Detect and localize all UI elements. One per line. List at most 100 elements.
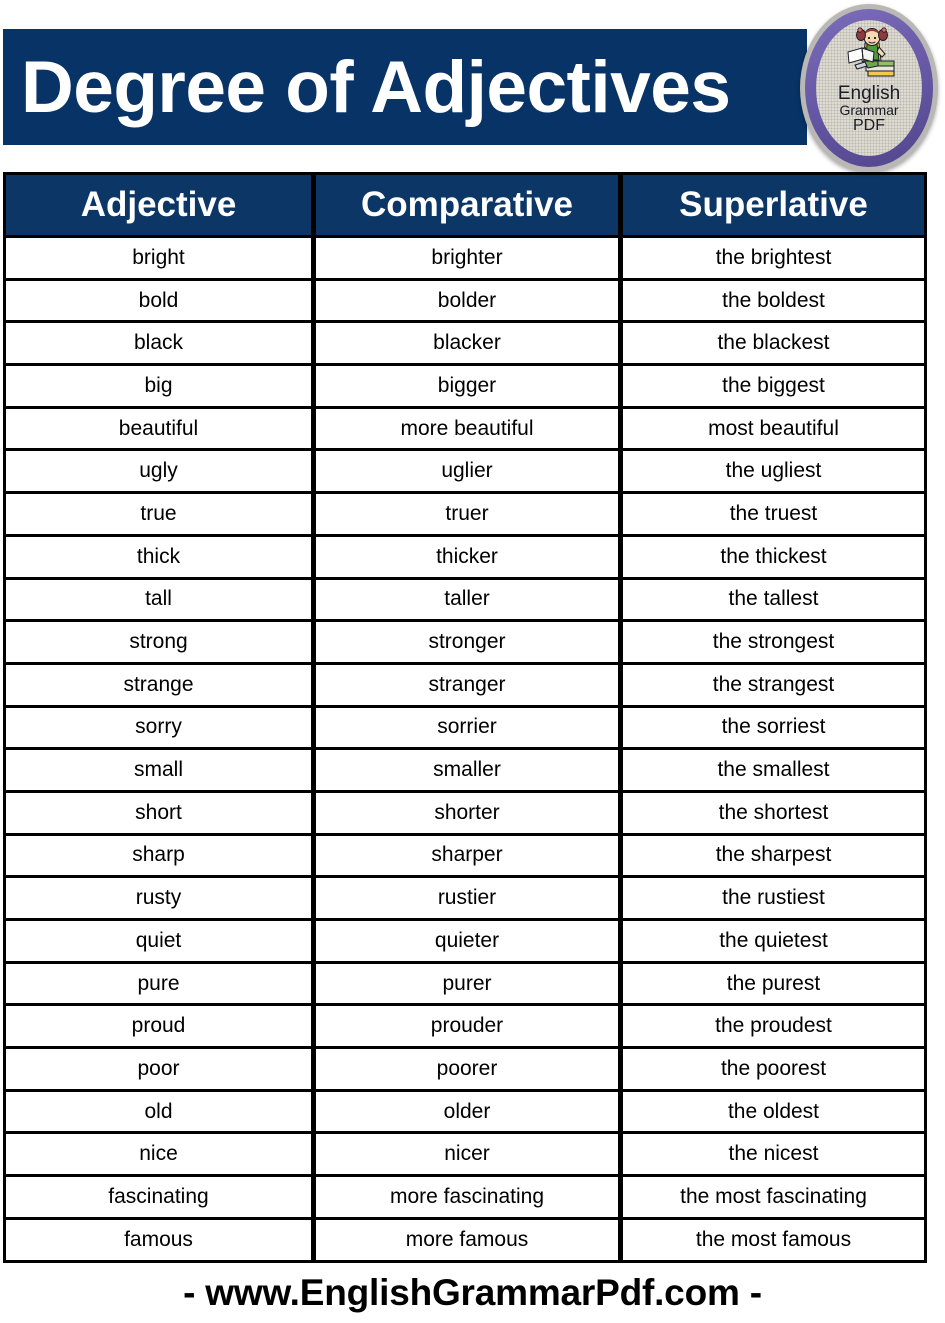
cell-comparative: poorer bbox=[313, 1049, 620, 1092]
cell-superlative: most beautiful bbox=[620, 408, 927, 452]
cell-adjective: quiet bbox=[3, 921, 313, 964]
cell-superlative: the poorest bbox=[620, 1049, 927, 1092]
table-row: thick thicker the thickest bbox=[3, 536, 927, 580]
footer: - www.EnglishGrammarPdf.com - bbox=[0, 1272, 945, 1314]
cell-superlative: the strangest bbox=[620, 664, 927, 708]
table-row: pure purer the purest bbox=[3, 963, 927, 1007]
cell-comparative: taller bbox=[313, 579, 620, 623]
table-row: small smaller the smallest bbox=[3, 750, 927, 793]
cell-comparative: more beautiful bbox=[313, 408, 620, 452]
cell-adjective: nice bbox=[3, 1134, 313, 1178]
cell-adjective: true bbox=[3, 494, 313, 537]
cell-comparative: more fascinating bbox=[313, 1177, 620, 1220]
badge-line-english: English bbox=[837, 83, 901, 104]
cell-adjective: beautiful bbox=[3, 408, 313, 452]
cell-adjective: ugly bbox=[3, 451, 313, 495]
table-row: fascinating more fascinating the most fasc… bbox=[3, 1177, 927, 1220]
table-row: rusty rustier the rustiest bbox=[3, 878, 927, 921]
badge-line-pdf: PDF bbox=[853, 116, 885, 134]
table-header-row: Adjective Comparative Superlative bbox=[3, 172, 927, 238]
cell-superlative: the brightest bbox=[620, 238, 927, 281]
title-banner: Degree of Adjectives bbox=[3, 29, 807, 145]
badge-line-grammar: Grammar bbox=[839, 102, 899, 119]
column-header-superlative: Superlative bbox=[620, 172, 927, 238]
cell-superlative: the biggest bbox=[620, 366, 927, 409]
table-row: strong stronger the strongest bbox=[3, 622, 927, 665]
table-row: short shorter the shortest bbox=[3, 792, 927, 836]
footer-website-text: - www.EnglishGrammarPdf.com - bbox=[183, 1272, 762, 1313]
cell-comparative: shorter bbox=[313, 792, 620, 836]
cell-superlative: the purest bbox=[620, 963, 927, 1007]
table-row: old older the oldest bbox=[3, 1091, 927, 1135]
cell-superlative: the smallest bbox=[620, 750, 927, 793]
table-body: bright brighter the brightest bold bolder the… bbox=[3, 238, 927, 1263]
cell-comparative: quieter bbox=[313, 921, 620, 964]
cell-comparative: prouder bbox=[313, 1006, 620, 1050]
table-row: big bigger the biggest bbox=[3, 366, 927, 409]
cell-comparative: bigger bbox=[313, 366, 620, 409]
cell-superlative: the quietest bbox=[620, 921, 927, 964]
cell-adjective: bright bbox=[3, 238, 313, 281]
cell-comparative: rustier bbox=[313, 878, 620, 921]
cell-superlative: the truest bbox=[620, 494, 927, 537]
table-row: proud prouder the proudest bbox=[3, 1006, 927, 1050]
cell-adjective: strong bbox=[3, 622, 313, 665]
column-header-adjective: Adjective bbox=[3, 172, 313, 238]
cell-comparative: brighter bbox=[313, 238, 620, 281]
cell-adjective: rusty bbox=[3, 878, 313, 921]
cell-superlative: the oldest bbox=[620, 1091, 927, 1135]
cell-comparative: smaller bbox=[313, 750, 620, 793]
cell-superlative: the sorriest bbox=[620, 707, 927, 751]
cell-adjective: pure bbox=[3, 963, 313, 1007]
table-row: nice nicer the nicest bbox=[3, 1134, 927, 1178]
cell-superlative: the shortest bbox=[620, 792, 927, 836]
cell-adjective: tall bbox=[3, 579, 313, 623]
cell-superlative: the sharpest bbox=[620, 835, 927, 879]
cell-comparative: blacker bbox=[313, 323, 620, 367]
cell-comparative: older bbox=[313, 1091, 620, 1135]
table-row: quiet quieter the quietest bbox=[3, 921, 927, 964]
cell-comparative: sorrier bbox=[313, 707, 620, 751]
cell-adjective: thick bbox=[3, 536, 313, 580]
table-row: black blacker the blackest bbox=[3, 323, 927, 367]
column-header-comparative: Comparative bbox=[313, 172, 620, 238]
cell-comparative: uglier bbox=[313, 451, 620, 495]
cell-adjective: strange bbox=[3, 664, 313, 708]
table-row: strange stranger the strangest bbox=[3, 664, 927, 708]
table-row: ugly uglier the ugliest bbox=[3, 451, 927, 495]
cell-comparative: truer bbox=[313, 494, 620, 537]
cell-superlative: the most famous bbox=[620, 1219, 927, 1263]
cell-adjective: big bbox=[3, 366, 313, 409]
cell-superlative: the blackest bbox=[620, 323, 927, 367]
table-row: tall taller the tallest bbox=[3, 579, 927, 623]
cell-adjective: poor bbox=[3, 1049, 313, 1092]
cell-adjective: small bbox=[3, 750, 313, 793]
page-title: Degree of Adjectives bbox=[21, 46, 731, 128]
cell-superlative: the tallest bbox=[620, 579, 927, 623]
cell-comparative: purer bbox=[313, 963, 620, 1007]
table-row: famous more famous the most famous bbox=[3, 1219, 927, 1263]
cell-adjective: sharp bbox=[3, 835, 313, 879]
cell-comparative: stronger bbox=[313, 622, 620, 665]
table-row: bold bolder the boldest bbox=[3, 280, 927, 324]
cell-comparative: bolder bbox=[313, 280, 620, 324]
cell-adjective: proud bbox=[3, 1006, 313, 1050]
worksheet-page: Degree of Adjectives English Grammar PDF… bbox=[0, 0, 945, 1323]
cell-adjective: bold bbox=[3, 280, 313, 324]
cell-comparative: more famous bbox=[313, 1219, 620, 1263]
cell-adjective: fascinating bbox=[3, 1177, 313, 1220]
english-grammar-pdf-logo: English Grammar PDF bbox=[800, 4, 938, 172]
cell-superlative: the proudest bbox=[620, 1006, 927, 1050]
table-row: true truer the truest bbox=[3, 494, 927, 537]
table-row: sorry sorrier the sorriest bbox=[3, 707, 927, 751]
cell-adjective: old bbox=[3, 1091, 313, 1135]
table-row: bright brighter the brightest bbox=[3, 238, 927, 281]
cell-comparative: stranger bbox=[313, 664, 620, 708]
degree-of-adjectives-table: Adjective Comparative Superlative bright… bbox=[3, 172, 927, 1263]
degree-of-adjectives-table-wrapper: Adjective Comparative Superlative bright… bbox=[3, 172, 927, 1263]
cell-superlative: the boldest bbox=[620, 280, 927, 324]
badge-face: English Grammar PDF bbox=[816, 20, 922, 156]
table-row: poor poorer the poorest bbox=[3, 1049, 927, 1092]
cell-comparative: sharper bbox=[313, 835, 620, 879]
table-row: sharp sharper the sharpest bbox=[3, 835, 927, 879]
